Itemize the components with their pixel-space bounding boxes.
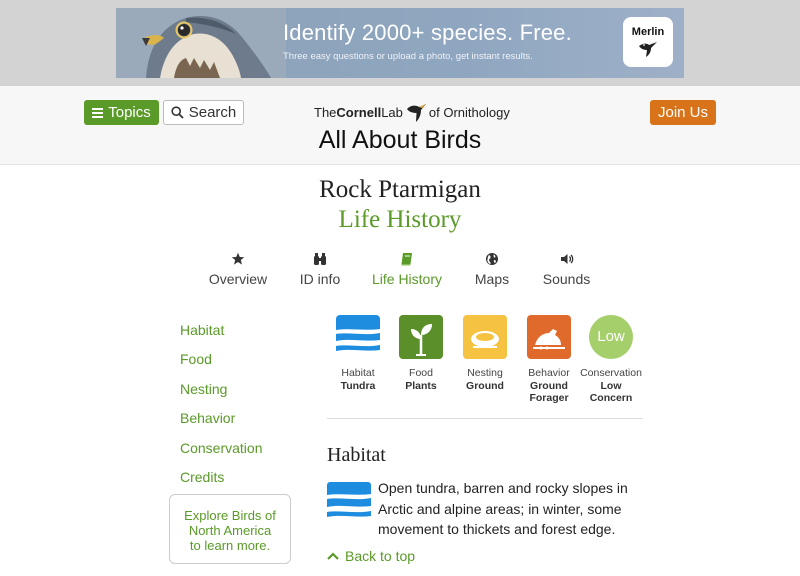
back-to-top-label: Back to top xyxy=(345,548,416,564)
logo-cornell: Cornell xyxy=(336,104,382,120)
stat-behavior-value-1: Ground xyxy=(530,379,568,392)
ad-headline: Identify 2000+ species. Free. xyxy=(283,20,572,45)
merlin-ad-banner[interactable]: Identify 2000+ species. Free. Three easy… xyxy=(116,8,684,78)
falcon-photo xyxy=(116,8,286,78)
stat-nesting[interactable]: Nesting Ground xyxy=(453,315,517,392)
speaker-icon xyxy=(560,254,573,264)
site-header: Topics Search The Cornell Lab of Ornitholo… xyxy=(0,86,800,165)
merlin-app-badge[interactable]: Merlin xyxy=(623,17,673,67)
menu-icon xyxy=(92,107,104,118)
sidebar-link-conservation[interactable]: Conservation xyxy=(180,440,263,456)
binoculars-icon xyxy=(314,253,326,265)
tundra-icon xyxy=(336,315,380,359)
stat-conservation[interactable]: Low Conservation Low Concern xyxy=(579,315,643,405)
tab-sounds-label: Sounds xyxy=(542,271,591,287)
habitat-heading: Habitat xyxy=(327,444,386,466)
plant-icon xyxy=(399,315,443,359)
logo-the: The xyxy=(314,104,337,120)
tab-id-info[interactable]: ID info xyxy=(296,252,344,287)
stat-behavior-category: Behavior xyxy=(528,367,570,379)
tab-life-history[interactable]: Life History xyxy=(370,252,444,287)
merlin-bird-icon xyxy=(639,42,657,57)
explore-line-3: to learn more. xyxy=(189,538,271,553)
sidebar-link-food[interactable]: Food xyxy=(180,351,212,367)
logo-of-ornithology: of Ornithology xyxy=(428,104,510,120)
stat-nesting-category: Nesting xyxy=(467,367,503,379)
stat-food[interactable]: Food Plants xyxy=(389,315,453,392)
tab-maps[interactable]: Maps xyxy=(472,252,512,287)
conservation-status-badge: Low xyxy=(589,315,633,359)
book-icon xyxy=(401,253,412,266)
tab-maps-label: Maps xyxy=(474,271,510,287)
join-us-button[interactable]: Join Us xyxy=(650,100,716,125)
stat-conservation-value-2: Concern xyxy=(589,392,633,404)
ground-nest-icon xyxy=(463,315,507,359)
back-to-top-link[interactable]: Back to top xyxy=(327,548,415,564)
stat-conservation-category: Conservation xyxy=(580,367,642,379)
stat-behavior-value-2: Forager xyxy=(529,392,569,404)
search-icon xyxy=(171,106,184,119)
stat-habitat-category: Habitat xyxy=(341,367,375,379)
stat-habitat-value: Tundra xyxy=(340,379,376,392)
tundra-icon xyxy=(327,482,371,524)
site-title[interactable]: All About Birds xyxy=(0,126,800,155)
tab-overview[interactable]: Overview xyxy=(207,252,269,287)
tab-overview-label: Overview xyxy=(208,271,268,287)
star-icon xyxy=(231,252,245,265)
explore-birds-box[interactable]: Explore Birds of North America to learn … xyxy=(169,494,291,564)
explore-line-2: North America xyxy=(188,523,272,538)
ad-subtext: Three easy questions or upload a photo, … xyxy=(283,51,533,62)
stat-food-value: Plants xyxy=(405,379,437,392)
stat-nesting-value: Ground xyxy=(466,379,504,392)
stat-habitat[interactable]: Habitat Tundra xyxy=(326,315,390,392)
explore-line-1: Explore Birds of xyxy=(184,508,276,523)
stat-food-category: Food xyxy=(409,367,433,379)
tab-sounds[interactable]: Sounds xyxy=(540,252,593,287)
merlin-badge-label: Merlin xyxy=(631,26,665,38)
section-divider xyxy=(327,418,643,419)
topics-label: Topics xyxy=(108,104,151,121)
tab-id-info-label: ID info xyxy=(299,271,341,287)
sidebar-link-credits[interactable]: Credits xyxy=(180,469,224,485)
cornell-bird-icon xyxy=(406,104,426,122)
page-section-title: Life History xyxy=(338,206,462,233)
cornell-lab-logo[interactable]: The Cornell Lab of Ornithology xyxy=(314,100,510,124)
globe-icon xyxy=(486,253,498,265)
search-label: Search xyxy=(188,104,237,121)
topics-button[interactable]: Topics xyxy=(84,100,159,125)
ground-forager-icon xyxy=(527,315,571,359)
chevron-up-icon xyxy=(327,552,339,560)
species-name: Rock Ptarmigan xyxy=(319,176,481,203)
stat-conservation-value-1: Low xyxy=(600,379,622,392)
tab-life-history-label: Life History xyxy=(371,271,443,287)
sidebar-link-nesting[interactable]: Nesting xyxy=(180,381,227,397)
search-button[interactable]: Search xyxy=(163,100,244,125)
habitat-description: Open tundra, barren and rocky slopes in … xyxy=(378,480,628,537)
sidebar-link-habitat[interactable]: Habitat xyxy=(180,322,224,338)
ad-band: Identify 2000+ species. Free. Three easy… xyxy=(0,0,800,86)
logo-lab: Lab xyxy=(381,104,403,120)
stat-behavior[interactable]: Behavior Ground Forager xyxy=(517,315,581,405)
sidebar-link-behavior[interactable]: Behavior xyxy=(180,410,235,426)
